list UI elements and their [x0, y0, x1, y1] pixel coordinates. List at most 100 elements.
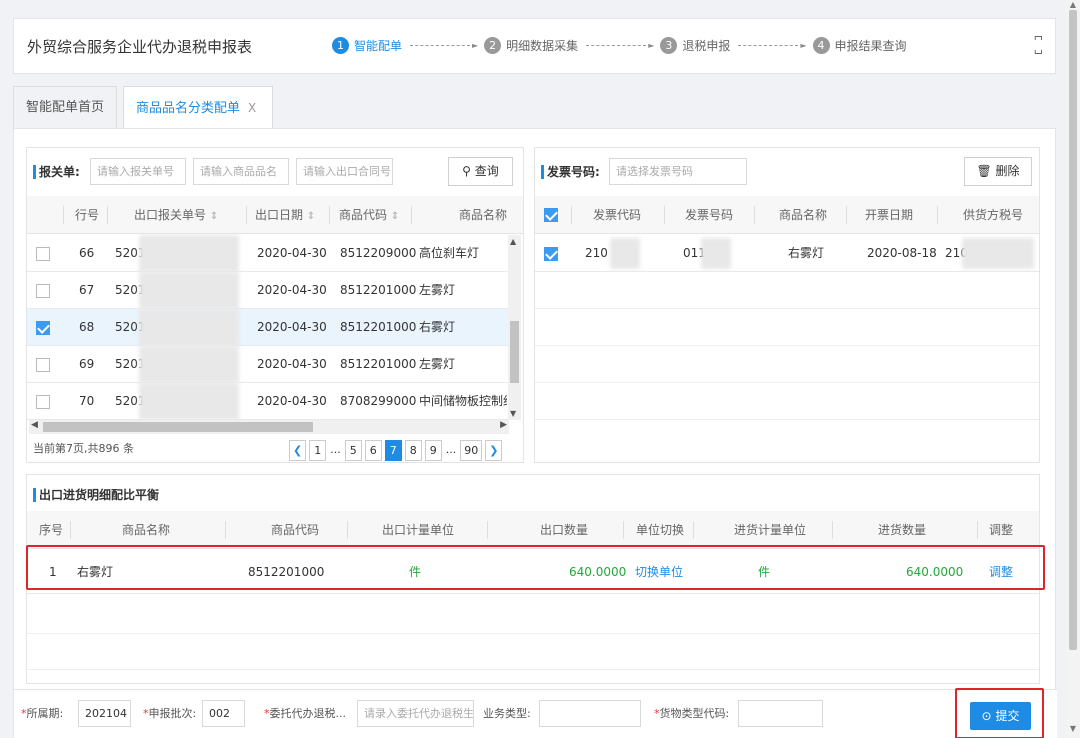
row-checkbox[interactable] [36, 321, 50, 335]
page-button[interactable]: 5 [344, 440, 362, 461]
scroll-down-arrow-icon[interactable]: ▼ [1066, 724, 1080, 734]
row-checkbox[interactable] [36, 284, 50, 298]
batch-input[interactable]: 002 [202, 700, 245, 727]
col-label: 商品代码 [339, 208, 388, 222]
next-page-icon[interactable]: ❯ [485, 440, 503, 461]
period-input[interactable]: 202104 [78, 700, 131, 727]
agent-input[interactable]: 请录入委托代办退税生 [357, 700, 474, 727]
col-import-qty: 进货数量 [878, 523, 927, 537]
step-number: 3 [660, 36, 678, 54]
col-decl-no[interactable]: 出口报关单号 ⇕ [134, 196, 218, 234]
invoice-panel: 发票号码: 请选择发票号码 🗑 删除 发票代码 发票号码 商品名称 开票日期 供… [534, 147, 1040, 463]
page-button[interactable]: 7 [384, 440, 402, 461]
page-scrollbar[interactable]: ▲ ▼ [1066, 0, 1080, 738]
period-label: *所属期: [21, 705, 63, 721]
goods-type-input[interactable] [738, 700, 823, 727]
tab-close-icon[interactable]: X [248, 101, 256, 115]
step-3[interactable]: 3 退税申报 ► [660, 36, 812, 54]
scroll-up-arrow-icon[interactable]: ▲ [1066, 0, 1080, 10]
scroll-left-icon[interactable]: ◀ [31, 420, 38, 430]
step-arrow-icon: ► [648, 40, 655, 50]
row-checkbox[interactable] [36, 395, 50, 409]
declaration-vscroll-thumb[interactable] [510, 321, 519, 383]
contract-number-input[interactable]: 请输入出口合同号 [296, 158, 393, 185]
fullscreen-icon[interactable]: ⌜⌝ ⌞⌟ [1034, 35, 1043, 55]
cell-export-date: 2020-04-30 [257, 320, 327, 334]
agent-label-text: 委托代办退税... [269, 707, 347, 720]
cell-product-name: 左雾灯 [419, 283, 456, 297]
step-label: 明细数据采集 [506, 38, 579, 53]
step-2[interactable]: 2 明细数据采集 ► [484, 36, 660, 54]
col-label: 出口报关单号 [134, 208, 207, 222]
col-import-unit: 进货计量单位 [734, 523, 807, 537]
col-export-qty: 出口数量 [540, 523, 589, 537]
biz-type-input[interactable] [539, 700, 641, 727]
col-label: 出口日期 [255, 208, 304, 222]
redacted-area [139, 235, 239, 272]
page-scroll-thumb[interactable] [1069, 10, 1077, 650]
scroll-up-icon[interactable]: ▲ [510, 237, 516, 246]
page-button[interactable]: 1 [309, 440, 327, 461]
main-content: 报关单: 请输入报关单号 请输入商品品名 请输入出口合同号 ⚲ 查询 行号 出口… [13, 128, 1057, 738]
select-all-checkbox[interactable] [544, 208, 558, 222]
redacted-area [962, 238, 1034, 269]
invoice-number-select[interactable]: 请选择发票号码 [609, 158, 747, 185]
prev-page-icon[interactable]: ❮ [289, 440, 307, 461]
invoice-table-header: 发票代码 发票号码 商品名称 开票日期 供货方税号 [535, 196, 1039, 234]
scroll-down-icon[interactable]: ▼ [510, 409, 516, 418]
tab-home[interactable]: 智能配单首页 [13, 86, 118, 129]
step-label: 申报结果查询 [834, 38, 907, 53]
declaration-vscroll[interactable]: ▲ ▼ [508, 235, 521, 420]
delete-button[interactable]: 🗑 删除 [964, 157, 1032, 186]
col-seq: 序号 [39, 523, 64, 537]
declaration-row[interactable]: 66 5201 2020-04-30 8512209000 高位刹车灯 [27, 235, 508, 272]
sort-icon[interactable]: ⇕ [307, 211, 315, 222]
col-row-no: 行号 [75, 208, 100, 222]
declaration-row[interactable]: 68 5201 2020-04-30 8512201000 右雾灯 [27, 309, 508, 346]
page-button[interactable]: 8 [404, 440, 422, 461]
page-button[interactable]: 6 [364, 440, 382, 461]
step-4[interactable]: 4 申报结果查询 [812, 36, 907, 54]
cell-product-name: 右雾灯 [419, 320, 456, 334]
redacted-area [139, 309, 239, 346]
agent-label: *委托代办退税... [264, 705, 346, 721]
page-title: 外贸综合服务企业代办退税申报表 [27, 38, 253, 56]
redacted-area [139, 346, 239, 383]
cell-export-date: 2020-04-30 [257, 394, 327, 408]
cell-product-name: 左雾灯 [419, 357, 456, 371]
declaration-row[interactable]: 7052012020-04-308708299000中间储物板控制组件 [27, 383, 508, 420]
page-list: 1... 5 6 7 8 9... 90 [309, 440, 485, 461]
page-button[interactable]: 90 [460, 440, 483, 461]
declaration-row[interactable]: 69 5201 2020-04-30 8512201000 左雾灯 [27, 346, 508, 383]
step-progress: 1 智能配单 ► 2 明细数据采集 ► 3 退税申报 ► 4 申报结果查询 [332, 32, 907, 58]
row-checkbox[interactable] [544, 247, 558, 261]
sort-icon[interactable]: ⇕ [391, 211, 399, 222]
product-name-input[interactable]: 请输入商品品名 [193, 158, 289, 185]
cell-product-name: 中间储物板控制组件 [419, 394, 507, 408]
col-export-date[interactable]: 出口日期 ⇕ [255, 196, 315, 234]
goods-type-label-text: 货物类型代码: [659, 707, 730, 720]
declaration-number-input[interactable]: 请输入报关单号 [90, 158, 186, 185]
invoice-row[interactable]: 210 011 右雾灯 2020-08-18 210 [535, 235, 1039, 272]
tab-classify[interactable]: 商品品名分类配单 X [123, 86, 274, 129]
page-button[interactable]: 9 [424, 440, 442, 461]
cell-invoice-date: 2020-08-18 [867, 246, 937, 260]
row-checkbox[interactable] [36, 247, 50, 261]
sort-icon[interactable]: ⇕ [210, 211, 218, 222]
col-product-code[interactable]: 商品代码 ⇕ [339, 196, 399, 234]
cell-product-code: 8512201000 [340, 320, 417, 334]
step-label: 智能配单 [354, 38, 403, 53]
declaration-hscroll[interactable]: ◀ ▶ [29, 420, 509, 434]
scroll-right-icon[interactable]: ▶ [500, 420, 507, 430]
redacted-area [701, 238, 731, 269]
balance-table-header: 序号 商品名称 商品代码 出口计量单位 出口数量 单位切换 进货计量单位 进货数… [27, 511, 1039, 549]
biz-type-label: 业务类型: [483, 707, 531, 720]
step-1[interactable]: 1 智能配单 ► [332, 36, 484, 54]
declaration-hscroll-thumb[interactable] [43, 422, 313, 432]
declaration-row[interactable]: 67 5201 2020-04-30 8512201000 左雾灯 [27, 272, 508, 309]
query-button[interactable]: ⚲ 查询 [448, 157, 513, 186]
row-checkbox[interactable] [36, 358, 50, 372]
step-arrow-icon: ► [472, 40, 479, 50]
col-adjust: 调整 [989, 523, 1014, 537]
redacted-area [139, 383, 239, 420]
